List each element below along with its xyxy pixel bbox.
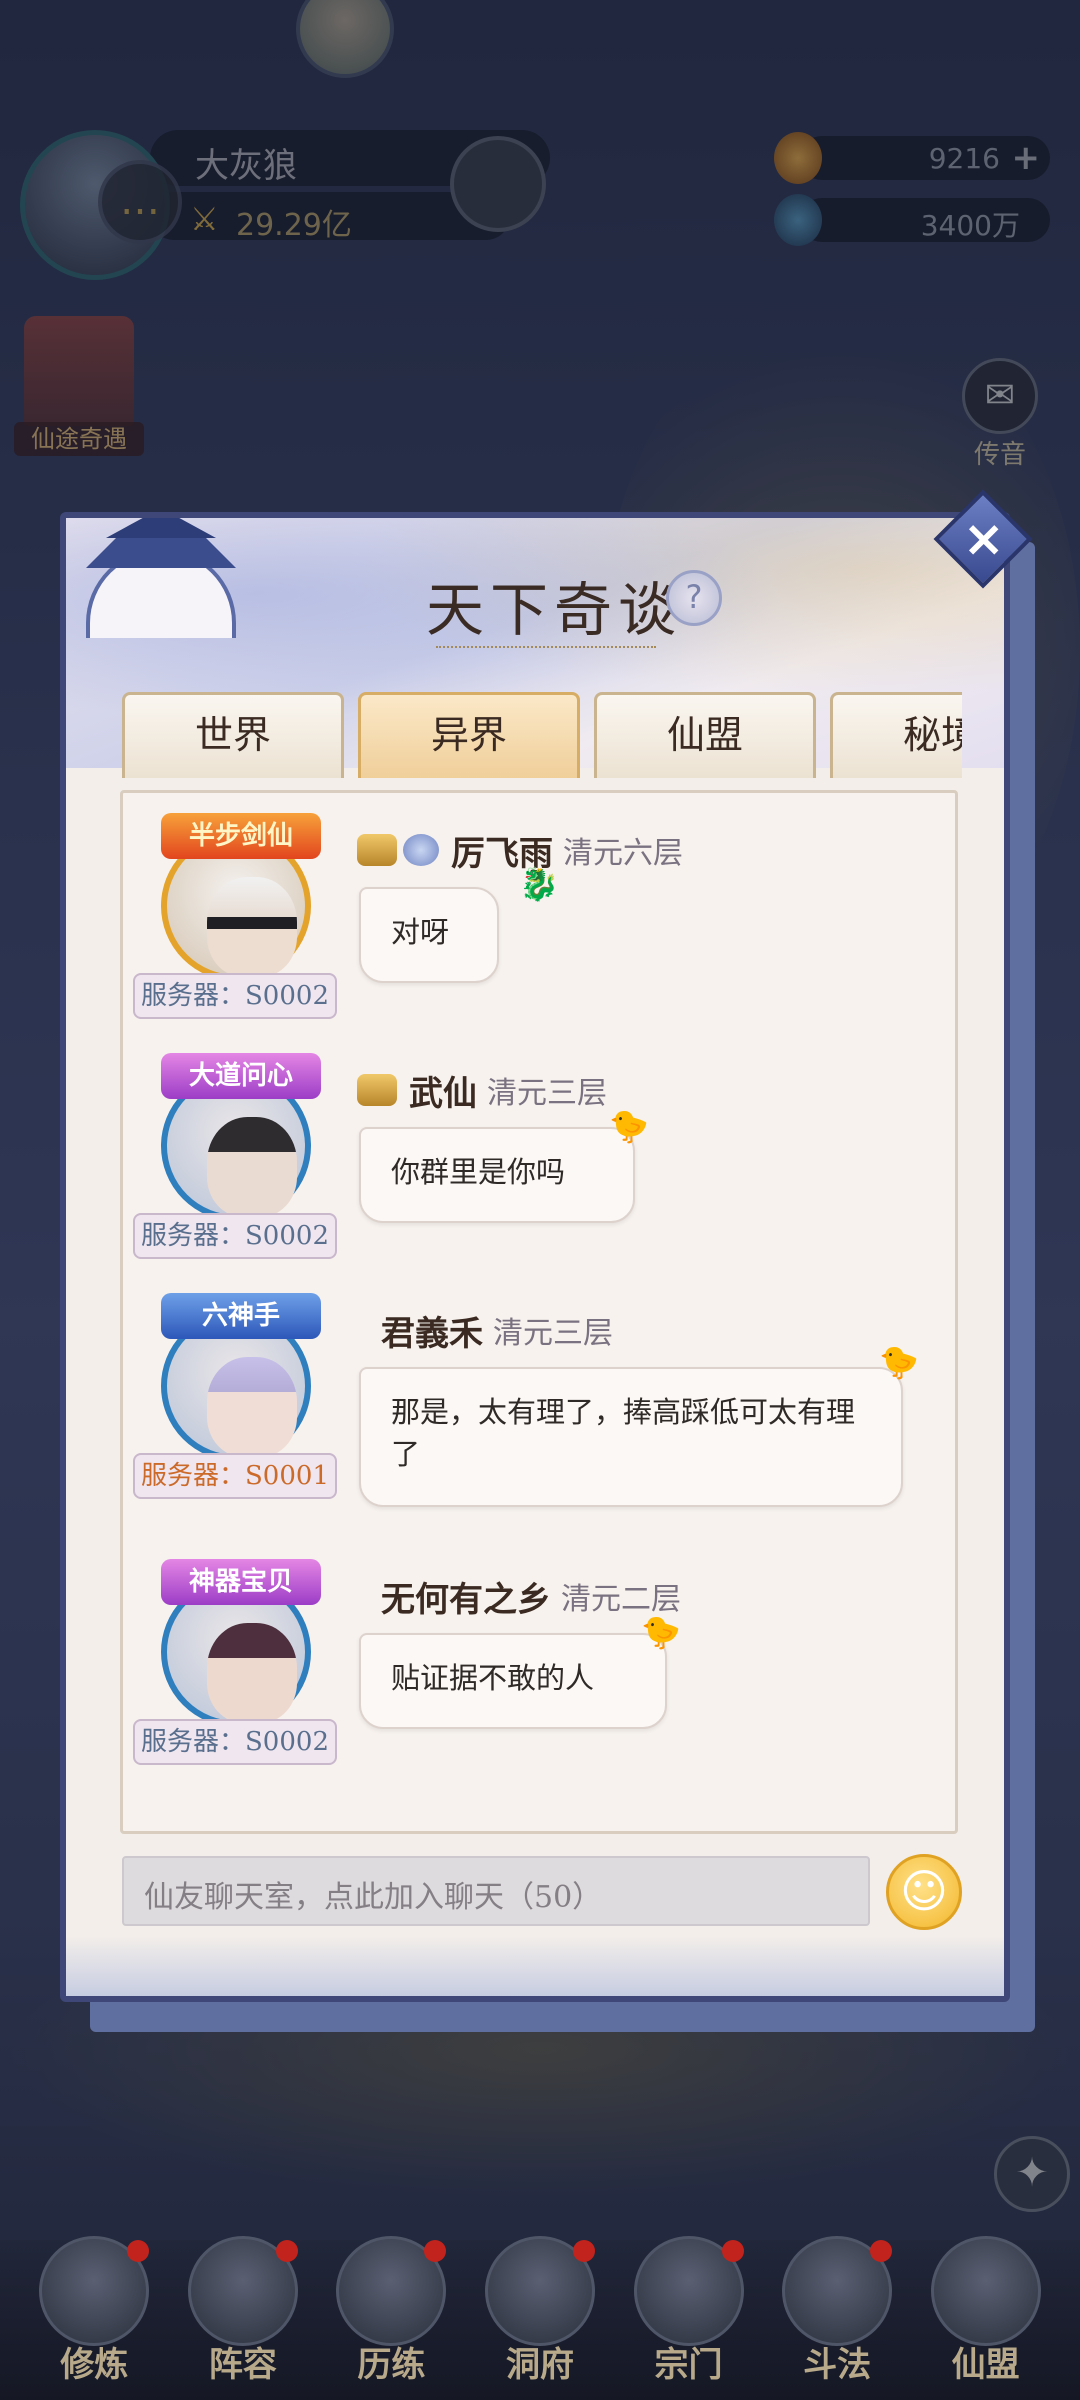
list-item: 神器宝贝 服务器：S0002 无何有之乡 清元二层 贴证据不敢的人 🐤 xyxy=(133,1545,943,1785)
sender-level: 清元三层 xyxy=(487,1076,607,1111)
duck-sticker-icon: 🐤 xyxy=(641,1613,681,1651)
chat-input[interactable]: 仙友聊天室，点此加入聊天（50） xyxy=(122,1856,870,1926)
notification-dot xyxy=(275,2240,298,2262)
pagoda-top xyxy=(106,518,216,538)
emoji-icon[interactable]: ☺ xyxy=(886,1854,962,1930)
server-tag: 服务器：S0002 xyxy=(133,1213,337,1259)
character-portrait xyxy=(207,1623,297,1723)
nav-label: 斗法 xyxy=(803,2345,872,2385)
list-item: 六神手 服务器：S0001 君義禾 清元三层 那是，太有理了，捧高踩低可太有理了… xyxy=(133,1279,943,1527)
close-icon: × xyxy=(962,509,1005,568)
avatar[interactable]: 半步剑仙 xyxy=(151,813,321,981)
character-portrait xyxy=(207,1357,297,1457)
title-divider xyxy=(436,638,656,648)
nav-item-trial[interactable]: 历练 xyxy=(326,2236,456,2386)
dialog-title: 天下奇谈 xyxy=(426,576,683,644)
sender-row: 君義禾 清元三层 xyxy=(375,1305,613,1355)
nav-item-cave[interactable]: 洞府 xyxy=(475,2236,605,2386)
avatar[interactable]: 六神手 xyxy=(151,1293,321,1461)
nav-label: 宗门 xyxy=(654,2345,723,2385)
notification-dot xyxy=(424,2240,447,2262)
character-portrait xyxy=(207,1117,297,1217)
server-tag: 服务器：S0001 xyxy=(133,1453,337,1499)
notification-dot xyxy=(127,2240,150,2262)
list-item: 大道问心 服务器：S0002 武仙 清元三层 你群里是你吗 🐤 xyxy=(133,1039,943,1265)
dialog-frame: 天下奇谈 ? 世界 异界 仙盟 秘境 半步剑仙 服务器：S0002 xyxy=(60,512,1010,2002)
sender-row: 无何有之乡 清元二层 xyxy=(375,1571,681,1621)
pagoda-icon xyxy=(66,518,256,638)
crown-icon xyxy=(357,834,397,866)
nav-item-sect[interactable]: 宗门 xyxy=(624,2236,754,2386)
title-badge: 六神手 xyxy=(161,1293,321,1339)
dialog-bottom-decoration xyxy=(66,1936,1004,1996)
nav-item-cultivate[interactable]: 修炼 xyxy=(29,2236,159,2386)
nav-label: 仙盟 xyxy=(951,2345,1020,2385)
nav-label: 阵容 xyxy=(208,2345,277,2385)
message-bubble[interactable]: 对呀 xyxy=(359,887,499,983)
sender-row: 武仙 清元三层 xyxy=(357,1065,607,1115)
duck-sticker-icon: 🐤 xyxy=(879,1343,919,1381)
crown-icon xyxy=(357,1074,397,1106)
notification-dot xyxy=(572,2240,595,2262)
dragon-sticker-icon: 🐉 xyxy=(519,865,559,903)
server-tag: 服务器：S0002 xyxy=(133,973,337,1019)
character-portrait xyxy=(207,877,297,977)
pagoda-roof xyxy=(86,538,236,568)
title-badge: 大道问心 xyxy=(161,1053,321,1099)
notification-dot xyxy=(870,2240,893,2262)
title-badge: 神器宝贝 xyxy=(161,1559,321,1605)
chat-dialog: 天下奇谈 ? 世界 异界 仙盟 秘境 半步剑仙 服务器：S0002 xyxy=(60,489,1035,2032)
message-list[interactable]: 半步剑仙 服务器：S0002 厉飞雨 清元六层 对呀 🐉 大道问心 服务器：S0… xyxy=(120,790,958,1834)
message-bubble[interactable]: 你群里是你吗 xyxy=(359,1127,635,1223)
sender-name[interactable]: 无何有之乡 xyxy=(381,1572,551,1621)
sender-level: 清元六层 xyxy=(563,836,683,871)
avatar[interactable]: 神器宝贝 xyxy=(151,1559,321,1727)
message-bubble[interactable]: 贴证据不敢的人 xyxy=(359,1633,667,1729)
nav-item-alliance[interactable]: 仙盟 xyxy=(921,2236,1051,2386)
message-bubble[interactable]: 那是，太有理了，捧高踩低可太有理了 xyxy=(359,1367,903,1507)
chat-input-placeholder: 仙友聊天室，点此加入聊天（50） xyxy=(144,1880,603,1915)
bottom-nav: 修炼 阵容 历练 洞府 宗门 斗法 仙盟 xyxy=(0,2236,1080,2400)
nav-label: 修炼 xyxy=(60,2345,129,2385)
channel-tabs: 世界 异界 仙盟 秘境 xyxy=(122,684,962,778)
avatar[interactable]: 大道问心 xyxy=(151,1053,321,1221)
nav-label: 洞府 xyxy=(505,2345,574,2385)
tab-otherworld[interactable]: 异界 xyxy=(358,692,580,778)
notification-dot xyxy=(721,2240,744,2262)
tab-alliance[interactable]: 仙盟 xyxy=(594,692,816,778)
nav-label: 历练 xyxy=(357,2345,426,2385)
tab-secret-realm[interactable]: 秘境 xyxy=(830,692,962,778)
tab-world[interactable]: 世界 xyxy=(122,692,344,778)
nav-item-duel[interactable]: 斗法 xyxy=(772,2236,902,2386)
help-icon[interactable]: ? xyxy=(666,570,722,626)
alliance-icon xyxy=(930,2236,1041,2346)
sender-level: 清元三层 xyxy=(493,1316,613,1351)
duck-sticker-icon: 🐤 xyxy=(609,1107,649,1145)
list-item: 半步剑仙 服务器：S0002 厉飞雨 清元六层 对呀 🐉 xyxy=(133,799,943,1025)
server-tag: 服务器：S0002 xyxy=(133,1719,337,1765)
sender-name[interactable]: 君義禾 xyxy=(381,1306,483,1355)
vip-icon xyxy=(403,834,439,866)
sender-name[interactable]: 武仙 xyxy=(409,1066,477,1115)
nav-item-lineup[interactable]: 阵容 xyxy=(178,2236,308,2386)
sender-level: 清元二层 xyxy=(561,1582,681,1617)
title-badge: 半步剑仙 xyxy=(161,813,321,859)
